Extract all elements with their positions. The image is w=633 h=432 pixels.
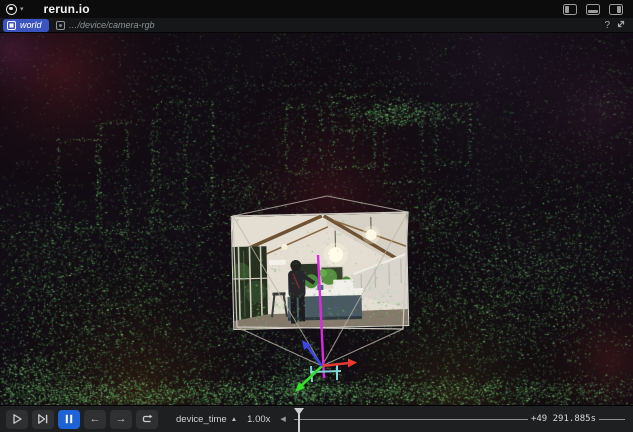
track-left-arrow-icon: ◀	[280, 415, 285, 423]
timeline-name-label: device_time	[176, 414, 227, 425]
right-arrow-icon: →	[116, 413, 127, 425]
left-arrow-icon: ←	[90, 413, 101, 425]
tab-camera-rgb[interactable]: …/device/camera-rgb	[52, 19, 162, 32]
rerun-logo-icon	[6, 4, 17, 15]
bottom-panel-toggle-icon[interactable]	[586, 4, 600, 15]
tab-world-label: world	[20, 20, 42, 30]
app-title: rerun.io	[44, 2, 90, 16]
3d-viewport[interactable]	[0, 33, 633, 405]
step-forward-button[interactable]: →	[110, 410, 132, 429]
top-bar: ▾ rerun.io	[0, 0, 633, 18]
current-time-label: +49 291.885s	[528, 414, 599, 424]
timeline-track[interactable]: ◀ +49 291.885s	[280, 406, 627, 432]
tab-world[interactable]: world	[3, 19, 49, 32]
menu-caret-icon: ▾	[20, 6, 24, 13]
tab-camera-rgb-label: …/device/camera-rgb	[69, 20, 155, 30]
panel-toggle-group	[563, 4, 623, 15]
camera-rgb-image	[231, 212, 410, 330]
left-panel-toggle-icon[interactable]	[563, 4, 577, 15]
follow-button[interactable]	[32, 410, 54, 429]
timeline-selector[interactable]: device_time ▲	[176, 414, 237, 425]
time-cursor-stem	[298, 414, 300, 432]
maximize-view-icon[interactable]	[615, 16, 630, 34]
play-button[interactable]	[6, 410, 28, 429]
tab-bar: world …/device/camera-rgb ?	[0, 18, 633, 33]
pause-button[interactable]	[58, 410, 80, 429]
playback-speed[interactable]: 1.00x	[247, 414, 270, 425]
step-back-button[interactable]: ←	[84, 410, 106, 429]
timeline-bar: ← → device_time ▲ 1.00x ◀ +49 291.885s	[0, 405, 633, 432]
help-button[interactable]: ?	[599, 20, 615, 31]
spatial-view-icon	[7, 21, 16, 30]
time-cursor[interactable]	[293, 408, 304, 432]
image-view-icon	[56, 21, 65, 30]
app-menu-button[interactable]: ▾	[6, 4, 24, 15]
rerun-viewer-window: ▾ rerun.io world	[0, 0, 633, 432]
loop-button[interactable]	[136, 410, 158, 429]
right-panel-toggle-icon[interactable]	[609, 4, 623, 15]
timeline-caret-icon: ▲	[231, 416, 237, 423]
